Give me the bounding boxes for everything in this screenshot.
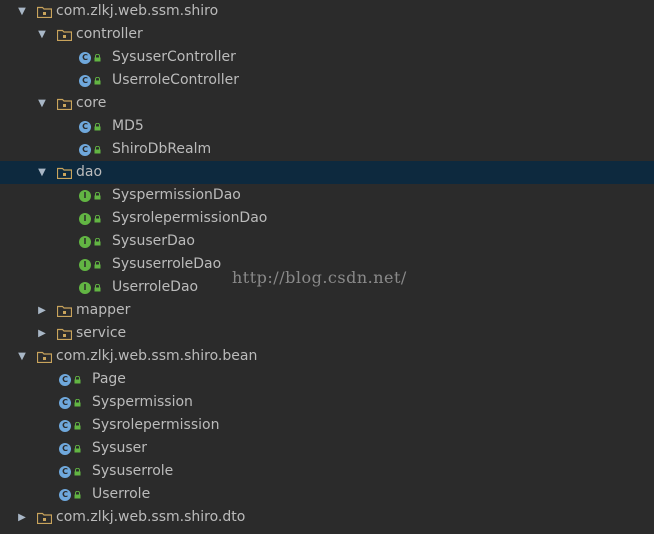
tree-node-dao[interactable]: ▼ dao (0, 161, 654, 184)
tree-node-root1[interactable]: ▼ com.zlkj.web.ssm.shiro (0, 0, 654, 23)
tree-leaf-label: Sysrolepermission (92, 417, 220, 433)
tree-leaf-label: Syspermission (92, 394, 193, 410)
package-folder-icon (57, 161, 72, 184)
interface-icon: I (79, 230, 101, 253)
interface-icon: I (79, 253, 101, 276)
package-folder-icon (57, 322, 72, 345)
tree-node-label: mapper (76, 302, 131, 318)
lock-icon (94, 122, 101, 131)
lock-icon (94, 53, 101, 62)
tree-leaf-label: SysuserDao (112, 233, 195, 249)
package-folder-icon (57, 92, 72, 115)
class-icon: C (79, 115, 101, 138)
lock-icon (94, 76, 101, 85)
tree-node-core[interactable]: ▼ core (0, 92, 654, 115)
collapse-arrow-icon[interactable]: ▶ (35, 299, 49, 322)
tree-leaf-interface[interactable]: I SysuserDao (0, 230, 654, 253)
tree-leaf-label: ShiroDbRealm (112, 141, 212, 157)
lock-icon (74, 467, 81, 476)
class-icon: C (59, 437, 81, 460)
tree-leaf-class[interactable]: C SysuserController (0, 46, 654, 69)
tree-leaf-label: SysuserroleDao (112, 256, 222, 272)
tree-leaf-interface[interactable]: I SyspermissionDao (0, 184, 654, 207)
lock-icon (74, 444, 81, 453)
lock-icon (94, 191, 101, 200)
lock-icon (94, 145, 101, 154)
tree-leaf-label: UserroleDao (112, 279, 199, 295)
expand-arrow-icon[interactable]: ▼ (35, 92, 49, 115)
tree-leaf-class[interactable]: C Sysuserrole (0, 460, 654, 483)
collapse-arrow-icon[interactable]: ▶ (35, 322, 49, 345)
watermark-text: http://blog.csdn.net/ (232, 268, 407, 287)
class-icon: C (79, 69, 101, 92)
tree-leaf-interface[interactable]: I SysrolepermissionDao (0, 207, 654, 230)
lock-icon (94, 260, 101, 269)
tree-node-label: service (76, 325, 127, 341)
tree-leaf-class[interactable]: C Sysuser (0, 437, 654, 460)
tree-leaf-label: Sysuserrole (92, 463, 174, 479)
tree-leaf-label: MD5 (112, 118, 144, 134)
tree-leaf-label: Sysuser (92, 440, 148, 456)
package-folder-icon (57, 299, 72, 322)
class-icon: C (59, 483, 81, 506)
interface-icon: I (79, 276, 101, 299)
tree-node-label: dao (76, 164, 103, 180)
class-icon: C (59, 460, 81, 483)
tree-leaf-class[interactable]: C Sysrolepermission (0, 414, 654, 437)
tree-leaf-label: SyspermissionDao (112, 187, 241, 203)
tree-node-label: com.zlkj.web.ssm.shiro (56, 3, 219, 19)
expand-arrow-icon[interactable]: ▼ (35, 23, 49, 46)
package-folder-icon (37, 345, 52, 368)
tree-node-controller[interactable]: ▼ controller (0, 23, 654, 46)
tree-node-service[interactable]: ▶ service (0, 322, 654, 345)
tree-leaf-label: SysuserController (112, 49, 236, 65)
tree-node-root3[interactable]: ▶ com.zlkj.web.ssm.shiro.dto (0, 506, 654, 529)
class-icon: C (59, 368, 81, 391)
lock-icon (74, 421, 81, 430)
lock-icon (94, 214, 101, 223)
tree-node-root2[interactable]: ▼ com.zlkj.web.ssm.shiro.bean (0, 345, 654, 368)
class-icon: C (79, 46, 101, 69)
class-icon: C (79, 138, 101, 161)
lock-icon (74, 375, 81, 384)
tree-node-label: core (76, 95, 107, 111)
expand-arrow-icon[interactable]: ▼ (15, 0, 29, 23)
package-folder-icon (37, 0, 52, 23)
class-icon: C (59, 391, 81, 414)
interface-icon: I (79, 184, 101, 207)
collapse-arrow-icon[interactable]: ▶ (15, 506, 29, 529)
tree-leaf-class[interactable]: C MD5 (0, 115, 654, 138)
package-folder-icon (37, 506, 52, 529)
lock-icon (74, 398, 81, 407)
expand-arrow-icon[interactable]: ▼ (35, 161, 49, 184)
project-tree[interactable]: ▼ com.zlkj.web.ssm.shiro ▼ controller C … (0, 0, 654, 534)
expand-arrow-icon[interactable]: ▼ (15, 345, 29, 368)
lock-icon (94, 283, 101, 292)
tree-leaf-class[interactable]: C ShiroDbRealm (0, 138, 654, 161)
tree-leaf-label: SysrolepermissionDao (112, 210, 268, 226)
lock-icon (94, 237, 101, 246)
tree-leaf-class[interactable]: C UserroleController (0, 69, 654, 92)
tree-leaf-class[interactable]: C Syspermission (0, 391, 654, 414)
tree-node-label: com.zlkj.web.ssm.shiro.bean (56, 348, 258, 364)
tree-leaf-label: Userrole (92, 486, 151, 502)
tree-leaf-label: UserroleController (112, 72, 240, 88)
tree-node-label: controller (76, 26, 143, 42)
class-icon: C (59, 414, 81, 437)
tree-leaf-class[interactable]: C Userrole (0, 483, 654, 506)
interface-icon: I (79, 207, 101, 230)
package-folder-icon (57, 23, 72, 46)
lock-icon (74, 490, 81, 499)
tree-node-mapper[interactable]: ▶ mapper (0, 299, 654, 322)
tree-node-label: com.zlkj.web.ssm.shiro.dto (56, 509, 246, 525)
tree-leaf-label: Page (92, 371, 126, 387)
tree-leaf-class[interactable]: C Page (0, 368, 654, 391)
